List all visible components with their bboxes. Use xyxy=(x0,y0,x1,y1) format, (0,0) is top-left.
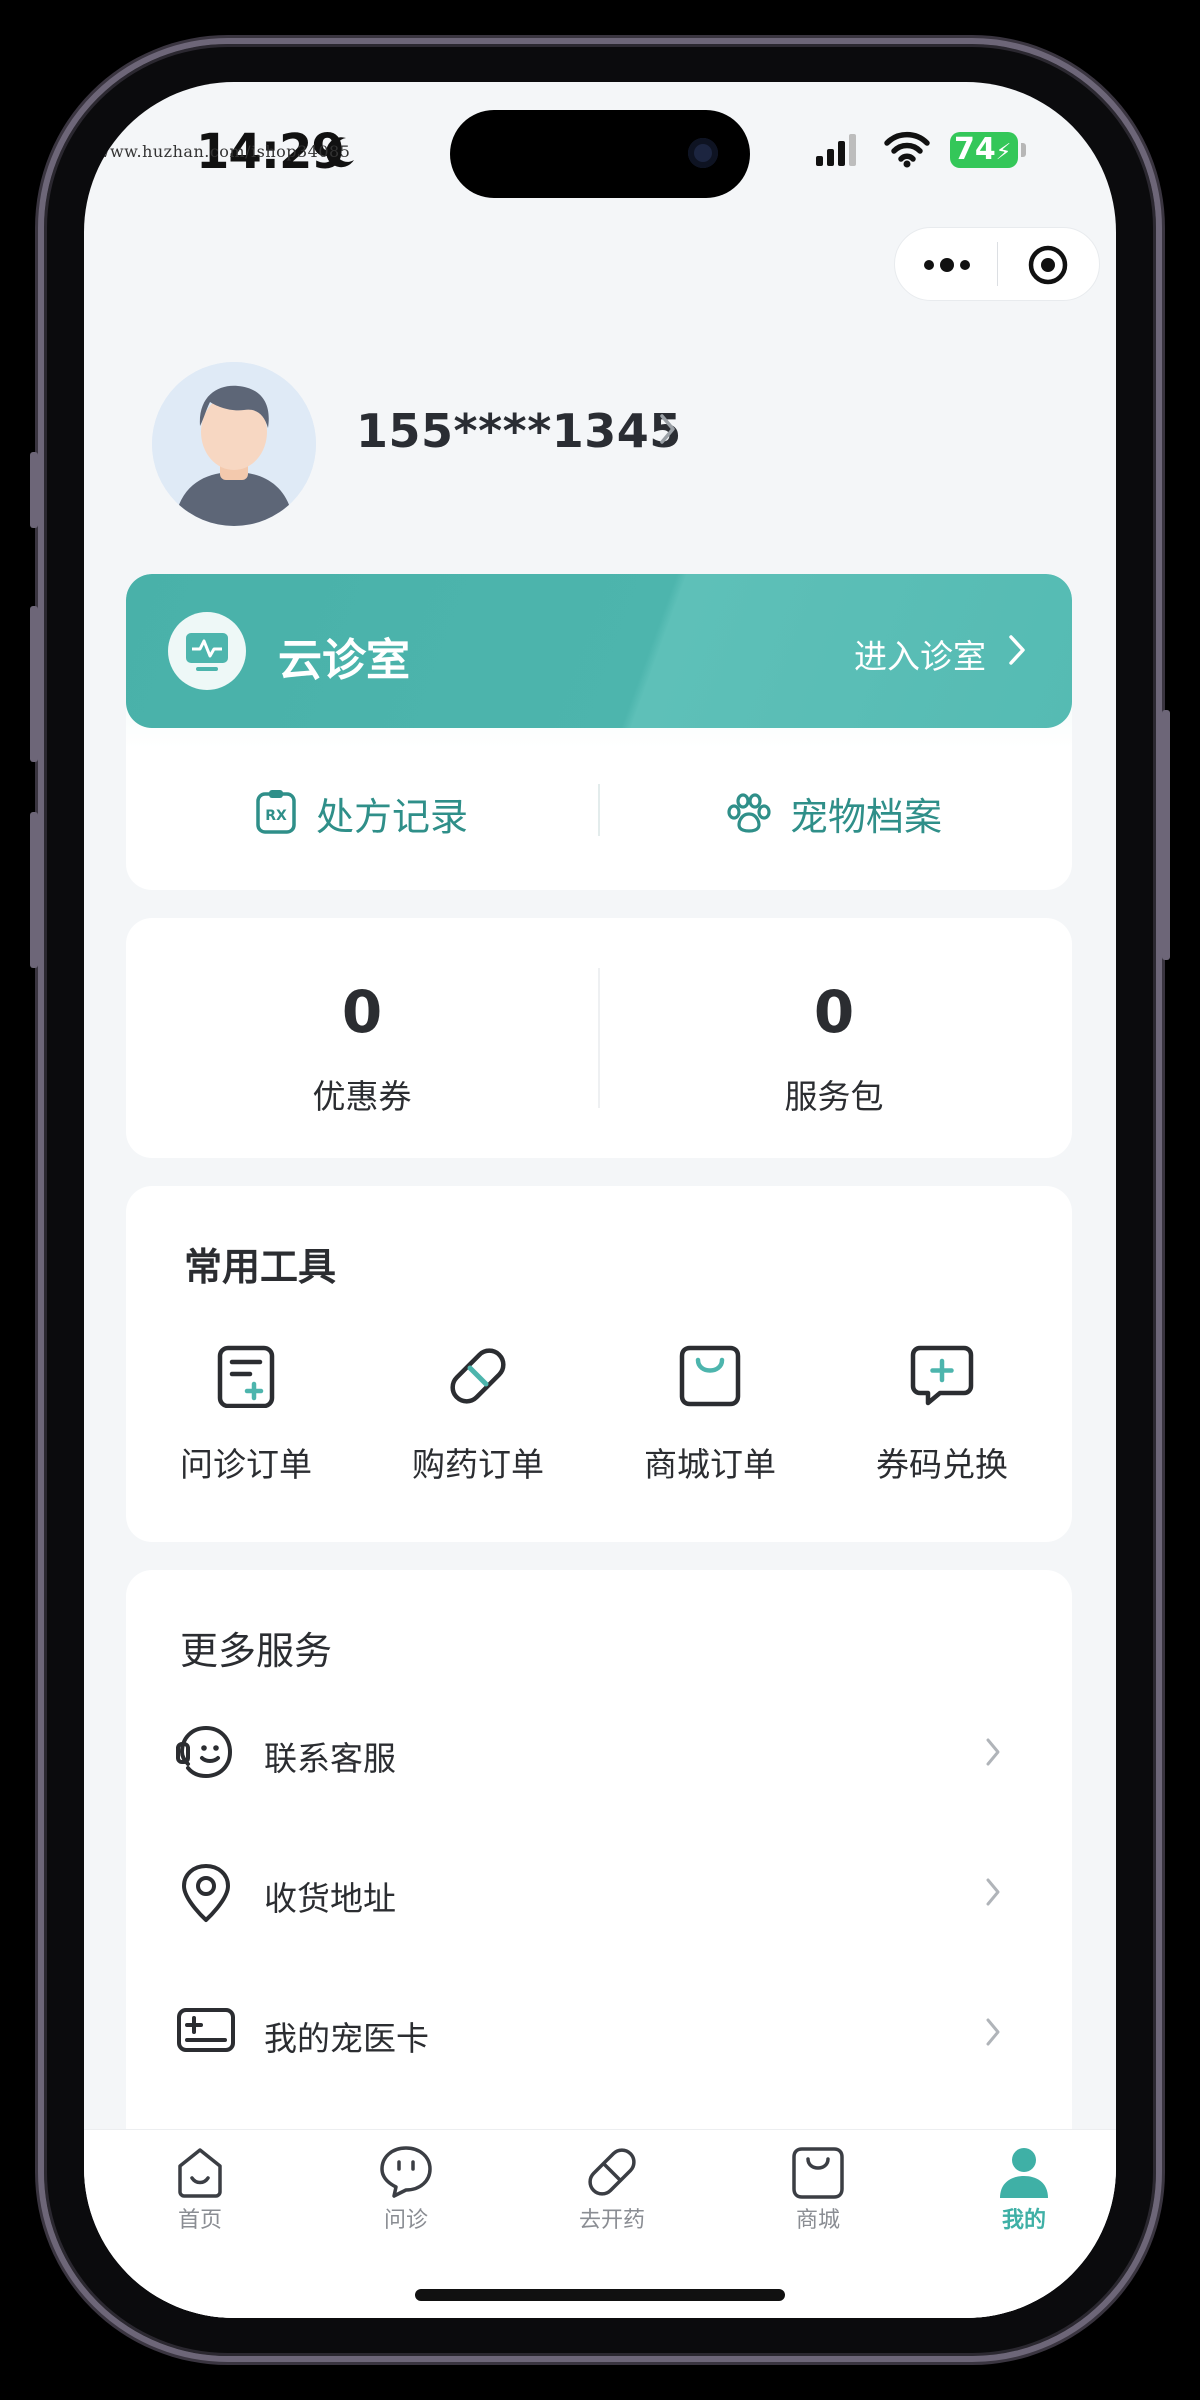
coupon-exchange-icon xyxy=(910,1345,974,1406)
avatar-illustration xyxy=(152,362,316,526)
divider xyxy=(598,968,600,1108)
common-tools-card: 常用工具 问诊订单 购药订单 商城订单 券码兑换 xyxy=(126,1186,1072,1542)
mini-program-capsule xyxy=(894,227,1100,301)
battery-tip xyxy=(1021,143,1026,157)
shop-order-label[interactable]: 商城订单 xyxy=(620,1438,800,1486)
shipping-address-row[interactable]: 收货地址 xyxy=(126,1838,1072,1948)
monitor-pulse-icon xyxy=(168,612,246,690)
coupon-exchange-label[interactable]: 券码兑换 xyxy=(852,1438,1032,1486)
section-title: 更多服务 xyxy=(180,1629,333,1673)
camera-icon xyxy=(688,138,718,168)
home-icon xyxy=(178,2148,222,2198)
chat-bubble-icon xyxy=(380,2146,432,2198)
volume-down-button xyxy=(30,812,38,968)
user-phone[interactable]: 155****1345 xyxy=(356,404,682,458)
enter-clinic-link[interactable]: 进入诊室 xyxy=(854,630,986,678)
pet-card-icon xyxy=(177,2008,235,2052)
bag-icon xyxy=(792,2147,844,2199)
tab-mall[interactable]: 商城 xyxy=(748,2144,888,2234)
chevron-right-icon[interactable] xyxy=(658,412,678,446)
mute-switch xyxy=(30,452,38,528)
svg-text:RX: RX xyxy=(265,808,287,824)
tab-get-medicine[interactable]: 去开药 xyxy=(542,2144,682,2234)
clinic-title: 云诊室 xyxy=(278,635,410,686)
contact-service-label[interactable]: 联系客服 xyxy=(264,1732,396,1780)
location-pin-icon xyxy=(182,1864,230,1922)
volume-up-button xyxy=(30,606,38,762)
shipping-address-label[interactable]: 收货地址 xyxy=(264,1872,396,1920)
tab-mine-label[interactable]: 我的 xyxy=(954,2202,1094,2234)
coupon-count[interactable]: 0 xyxy=(262,978,462,1046)
tab-get-medicine-label[interactable]: 去开药 xyxy=(542,2202,682,2234)
more-dots-icon[interactable] xyxy=(921,250,973,280)
chevron-right-icon[interactable] xyxy=(984,1876,1002,1908)
chevron-right-icon[interactable] xyxy=(984,1736,1002,1768)
contact-service-row[interactable]: 联系客服 xyxy=(126,1698,1072,1808)
prescription-icon: RX xyxy=(256,790,296,834)
capsule-divider xyxy=(997,242,998,286)
service-pack-count[interactable]: 0 xyxy=(734,978,934,1046)
wifi-icon xyxy=(884,131,930,168)
charging-icon: ⚡ xyxy=(995,140,1012,165)
watermark: https://www.huzhan.com/ishop34085 xyxy=(84,142,351,161)
section-title: 常用工具 xyxy=(184,1245,337,1289)
prescription-records-link[interactable]: 处方记录 xyxy=(316,786,468,841)
service-pack-label[interactable]: 服务包 xyxy=(734,1070,934,1118)
paw-icon xyxy=(727,793,771,833)
close-target-icon[interactable] xyxy=(1027,244,1069,286)
cloud-clinic-banner[interactable]: 云诊室 进入诊室 xyxy=(126,574,1072,728)
pill-order-icon xyxy=(450,1348,506,1404)
pill-icon xyxy=(588,2148,636,2196)
pill-order-button[interactable] xyxy=(388,1344,568,1408)
power-button xyxy=(1162,710,1170,960)
tab-home-label[interactable]: 首页 xyxy=(130,2202,270,2234)
consult-order-icon xyxy=(217,1345,275,1408)
cloud-clinic-card: 云诊室 进入诊室 RX 处方记录 宠物档案 xyxy=(126,574,1072,890)
shop-bag-icon xyxy=(679,1345,741,1407)
pet-card-row[interactable]: 我的宠医卡 xyxy=(126,1978,1072,2088)
avatar[interactable] xyxy=(152,362,316,526)
stats-card: 0 优惠券 0 服务包 xyxy=(126,918,1072,1158)
pet-card-label[interactable]: 我的宠医卡 xyxy=(264,2012,429,2060)
shop-order-button[interactable] xyxy=(620,1344,800,1408)
battery-indicator: 74⚡ xyxy=(950,132,1018,168)
tab-mine[interactable]: 我的 xyxy=(954,2144,1094,2234)
pet-records-link[interactable]: 宠物档案 xyxy=(790,786,942,841)
tab-consult[interactable]: 问诊 xyxy=(336,2144,476,2234)
tab-consult-label[interactable]: 问诊 xyxy=(336,2202,476,2234)
screen: 14:29 https://www.huzhan.com/ishop34085 … xyxy=(84,82,1116,2318)
tab-home[interactable]: 首页 xyxy=(130,2144,270,2234)
user-icon xyxy=(1000,2148,1048,2198)
chevron-right-icon[interactable] xyxy=(984,2016,1002,2048)
customer-service-icon xyxy=(176,1726,233,1779)
divider xyxy=(598,784,600,836)
home-indicator[interactable] xyxy=(415,2289,785,2301)
tab-mall-label[interactable]: 商城 xyxy=(748,2202,888,2234)
consult-order-label[interactable]: 问诊订单 xyxy=(156,1438,336,1486)
coupon-label[interactable]: 优惠券 xyxy=(262,1070,462,1118)
signal-icon xyxy=(816,134,856,166)
pill-order-label[interactable]: 购药订单 xyxy=(388,1438,568,1486)
consult-order-button[interactable] xyxy=(156,1344,336,1408)
chevron-right-icon[interactable] xyxy=(1006,632,1030,668)
battery-level: 74 xyxy=(954,132,996,167)
coupon-exchange-button[interactable] xyxy=(852,1344,1032,1408)
